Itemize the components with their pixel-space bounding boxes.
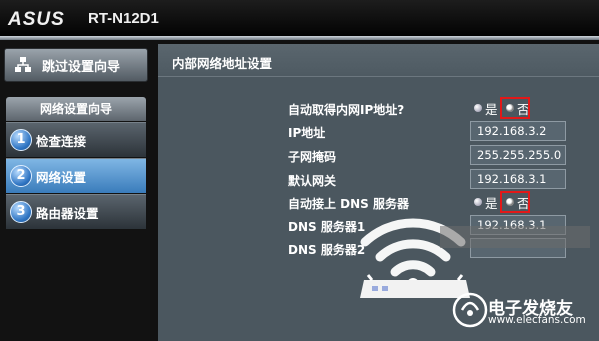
auto-ip-yes-label: 是 [485,102,498,117]
wizard-section-title: 网络设置向导 [6,97,146,121]
gateway-field[interactable]: 192.168.3.1 [470,169,566,189]
auto-dns-yes-radio[interactable] [474,198,482,206]
nav-item-label: 检查连接 [36,134,87,149]
dns2-field[interactable] [470,238,566,258]
step-number-icon: 2 [10,165,32,187]
highlight-box [500,97,530,119]
subnet-mask-label: 子网掩码 [288,150,337,164]
watermark-url: www.elecfans.com [488,314,586,326]
auto-dns-label: 自动接上 DNS 服务器 [288,197,410,211]
highlight-box [500,191,530,213]
ip-address-field[interactable]: 192.168.3.2 [470,121,566,141]
brand-logo: ASUS [8,9,65,30]
app-header: ASUS RT-N12D1 [0,0,599,40]
nav-item-router-settings[interactable]: 3 路由器设置 [6,194,146,229]
dns2-label: DNS 服务器2 [288,243,366,257]
step-number-icon: 3 [10,201,32,223]
nav-item-network-settings[interactable]: 2 网络设置 [6,158,146,193]
ip-address-label: IP地址 [288,126,326,140]
nav-item-label: 网络设置 [36,170,87,185]
skip-wizard-button[interactable]: 跳过设置向导 [4,48,148,82]
step-number-icon: 1 [10,129,32,151]
network-icon [15,57,31,72]
nav-item-check-connection[interactable]: 1 检查连接 [6,122,146,157]
dns1-label: DNS 服务器1 [288,220,366,234]
sidebar: 跳过设置向导 网络设置向导 1 检查连接 2 网络设置 3 路由器设置 [0,40,150,341]
auto-dns-yes-label: 是 [485,196,498,211]
nav-item-label: 路由器设置 [36,206,99,221]
panel-title-bar: 内部网络地址设置 [158,44,599,77]
panel-title: 内部网络地址设置 [172,56,273,71]
gateway-label: 默认网关 [288,174,337,188]
subnet-mask-field[interactable]: 255.255.255.0 [470,145,566,165]
skip-wizard-label: 跳过设置向导 [42,60,121,75]
model-name: RT-N12D1 [88,10,159,27]
auto-ip-label: 自动取得内网IP地址? [288,103,405,117]
auto-ip-yes-radio[interactable] [474,104,482,112]
dns1-field[interactable]: 192.168.3.1 [470,215,566,235]
